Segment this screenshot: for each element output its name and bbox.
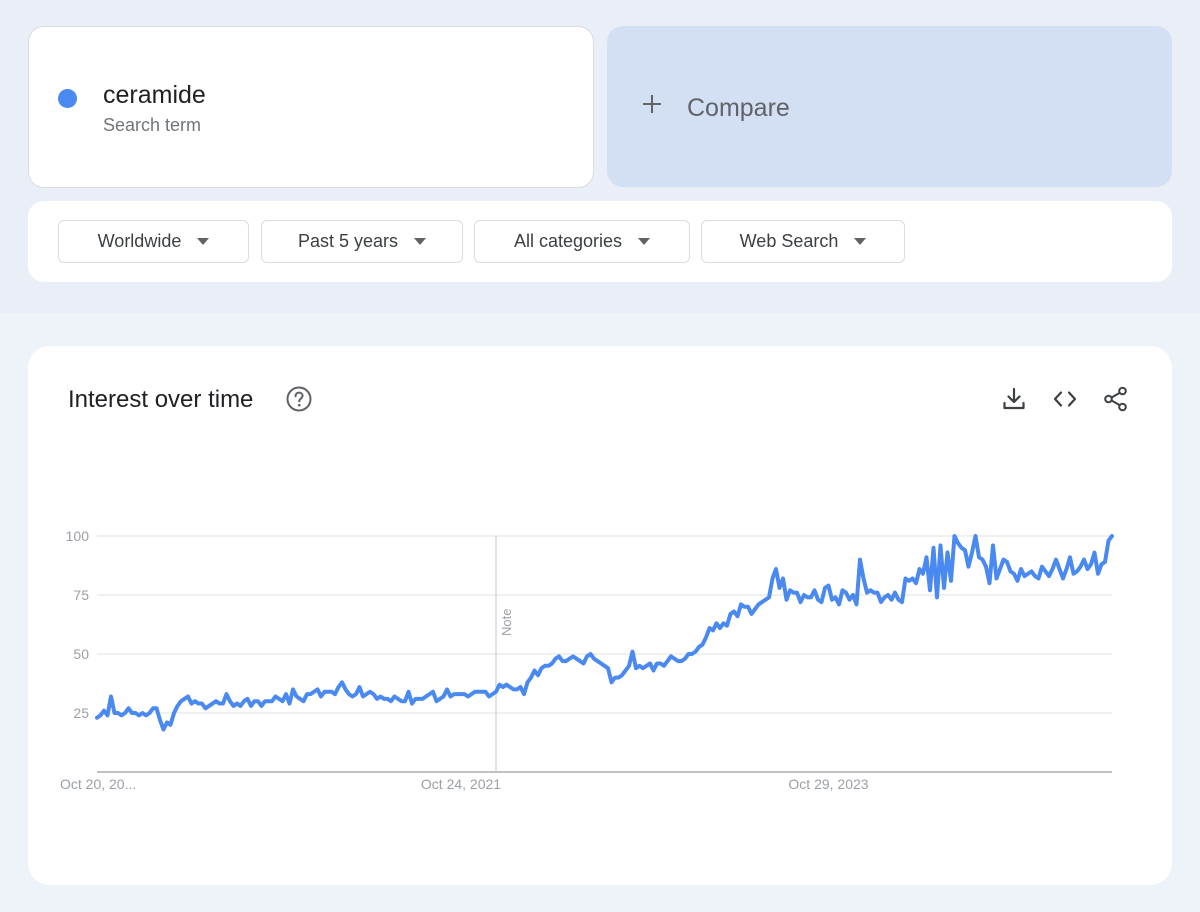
- search-term-card[interactable]: ceramide Search term: [28, 26, 594, 188]
- caret-down-icon: [197, 238, 210, 245]
- embed-code-icon[interactable]: [1052, 386, 1078, 412]
- plus-icon: [643, 95, 661, 113]
- interest-over-time-card: Interest over time: [28, 346, 1172, 885]
- compare-label: Compare: [687, 94, 790, 122]
- category-dropdown[interactable]: All categories: [474, 220, 690, 263]
- property-dropdown[interactable]: Web Search: [701, 220, 905, 263]
- caret-down-icon: [414, 238, 427, 245]
- region-dropdown[interactable]: Worldwide: [58, 220, 249, 263]
- caret-down-icon: [854, 238, 867, 245]
- caret-down-icon: [638, 238, 651, 245]
- property-value: Web Search: [739, 231, 839, 251]
- time-range-value: Past 5 years: [297, 231, 399, 251]
- region-value: Worldwide: [97, 231, 182, 251]
- category-value: All categories: [513, 231, 623, 251]
- search-term-name[interactable]: ceramide: [103, 81, 206, 110]
- series-color-dot: [58, 89, 77, 108]
- search-term-subtitle: Search term: [103, 115, 202, 135]
- compare-button[interactable]: Compare: [607, 26, 1172, 187]
- download-icon[interactable]: [1001, 386, 1027, 412]
- filters-bar: Worldwide Past 5 years All categories We…: [28, 201, 1172, 282]
- time-range-dropdown[interactable]: Past 5 years: [261, 220, 463, 263]
- chart-title: Interest over time: [68, 386, 254, 413]
- help-circle-icon[interactable]: [285, 385, 313, 413]
- share-icon[interactable]: [1103, 386, 1129, 412]
